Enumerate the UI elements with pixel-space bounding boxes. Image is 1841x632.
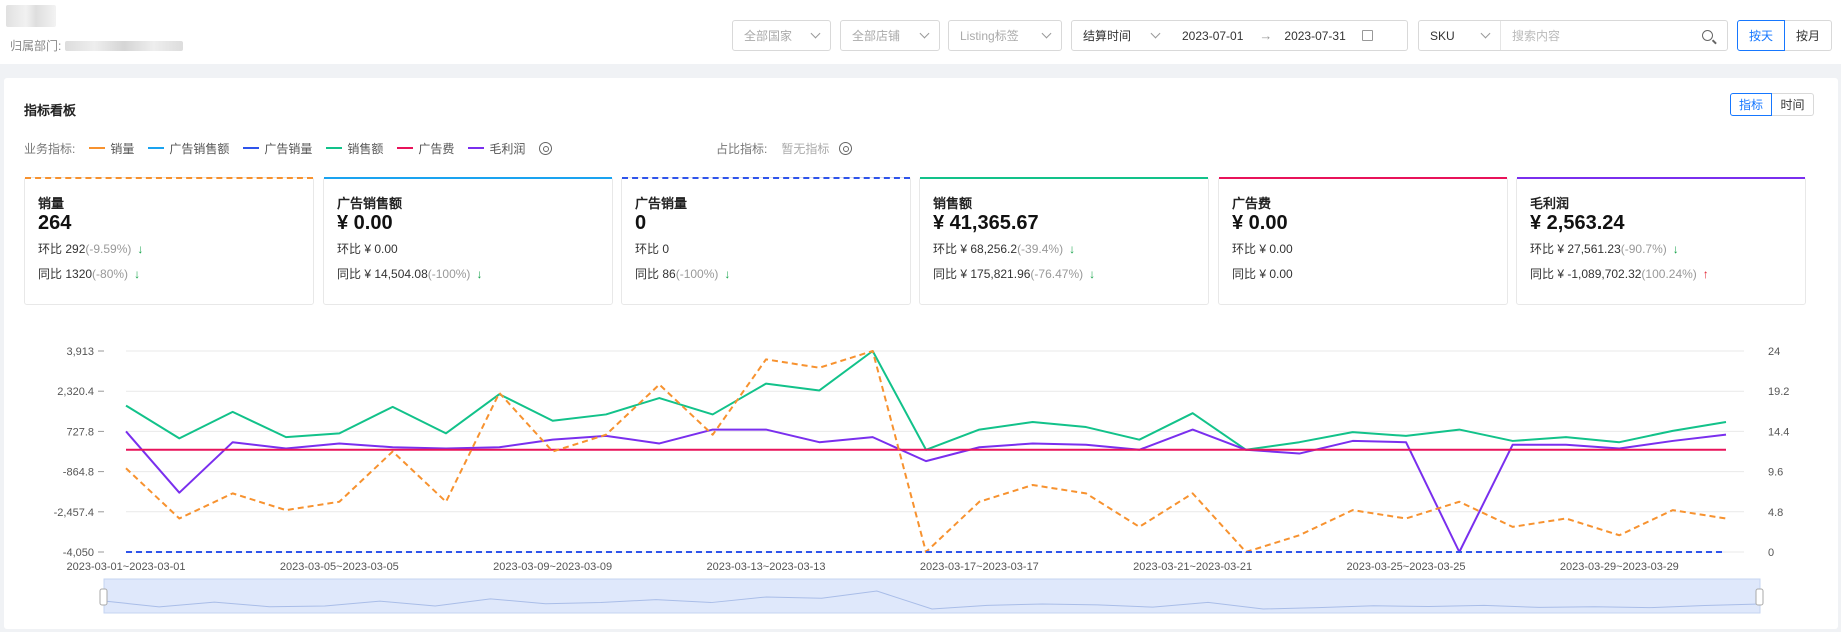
chevron-down-icon	[919, 28, 930, 39]
y-left-tick-label: -2,457.4	[54, 507, 94, 519]
y-right-tick-label: 24	[1768, 346, 1780, 358]
listing-tag-select-label: Listing标签	[960, 29, 1019, 43]
search-input[interactable]: 搜索内容	[1501, 27, 1702, 44]
search-type-label: SKU	[1430, 28, 1455, 43]
x-tick-label: 2023-03-17~2023-03-17	[920, 561, 1039, 573]
chevron-down-icon	[1480, 28, 1491, 39]
metrics-panel: 指标看板 指标 时间 业务指标: 销量 广告销售额 广告销量 销售额 广告费 毛利润 占比…	[4, 78, 1838, 629]
x-tick-label: 2023-03-29~2023-03-29	[1560, 561, 1679, 573]
by-day-button[interactable]: 按天	[1737, 20, 1785, 51]
shop-select-label: 全部店铺	[852, 29, 901, 43]
by-month-label: 按月	[1795, 29, 1820, 43]
series-line-销售额	[125, 350, 1727, 451]
top-filter-bar: 归属部门: 全部国家 全部店铺 Listing标签 结算时间 2023-07-0…	[0, 0, 1841, 64]
y-left-tick-label: -864.8	[63, 467, 94, 479]
department-value-blurred	[65, 40, 184, 51]
x-tick-label: 2023-03-05~2023-03-05	[280, 561, 399, 573]
series-line-销量	[125, 350, 1727, 553]
chevron-down-icon	[1041, 28, 1052, 39]
y-left-tick-label: 2,320.4	[57, 386, 94, 398]
y-left-tick-label: 727.8	[66, 426, 94, 438]
y-right-tick-label: 9.6	[1768, 467, 1783, 479]
country-select-label: 全部国家	[744, 29, 793, 43]
shop-select[interactable]: 全部店铺	[840, 20, 940, 51]
y-right-tick-label: 0	[1768, 547, 1774, 559]
time-type-select[interactable]: 结算时间	[1071, 20, 1171, 51]
chevron-down-icon	[810, 28, 821, 39]
y-right-tick-label: 4.8	[1768, 507, 1783, 519]
zoom-slider	[103, 578, 1761, 614]
department-label-text: 归属部门:	[10, 39, 62, 53]
date-start[interactable]: 2023-07-01	[1182, 29, 1243, 43]
user-avatar-blurred	[6, 5, 56, 27]
zoom-handle-left[interactable]	[99, 588, 108, 606]
country-select[interactable]: 全部国家	[732, 20, 831, 51]
y-right-tick-label: 19.2	[1768, 386, 1789, 398]
y-right-tick-label: 14.4	[1768, 426, 1789, 438]
by-month-button[interactable]: 按月	[1785, 20, 1832, 51]
department-label: 归属部门:	[10, 37, 184, 54]
search-box: SKU 搜索内容	[1418, 20, 1728, 51]
date-end[interactable]: 2023-07-31	[1284, 29, 1345, 43]
y-left-tick-label: -4,050	[63, 547, 94, 559]
search-icon[interactable]	[1702, 30, 1713, 41]
listing-tag-select[interactable]: Listing标签	[948, 20, 1062, 51]
search-type-select[interactable]: SKU	[1419, 21, 1501, 50]
y-left-tick-label: 3,913	[66, 346, 94, 358]
arrow-right-icon: →	[1259, 28, 1273, 43]
zoom-handle-right[interactable]	[1755, 588, 1764, 606]
chevron-down-icon	[1150, 28, 1161, 39]
x-tick-label: 2023-03-13~2023-03-13	[707, 561, 826, 573]
x-tick-label: 2023-03-01~2023-03-01	[67, 561, 186, 573]
metrics-line-chart: 3,913 2,320.4 727.8 -864.8 -2,457.4 -4,050 24 1…	[54, 346, 1789, 614]
by-day-label: 按天	[1748, 29, 1773, 43]
x-tick-label: 2023-03-09~2023-03-09	[493, 561, 612, 573]
date-range-picker[interactable]: 2023-07-01 → 2023-07-31	[1170, 20, 1408, 51]
time-type-select-label: 结算时间	[1083, 29, 1132, 43]
x-tick-label: 2023-03-21~2023-03-21	[1133, 561, 1252, 573]
x-tick-label: 2023-03-25~2023-03-25	[1347, 561, 1466, 573]
calendar-icon	[1361, 30, 1373, 41]
